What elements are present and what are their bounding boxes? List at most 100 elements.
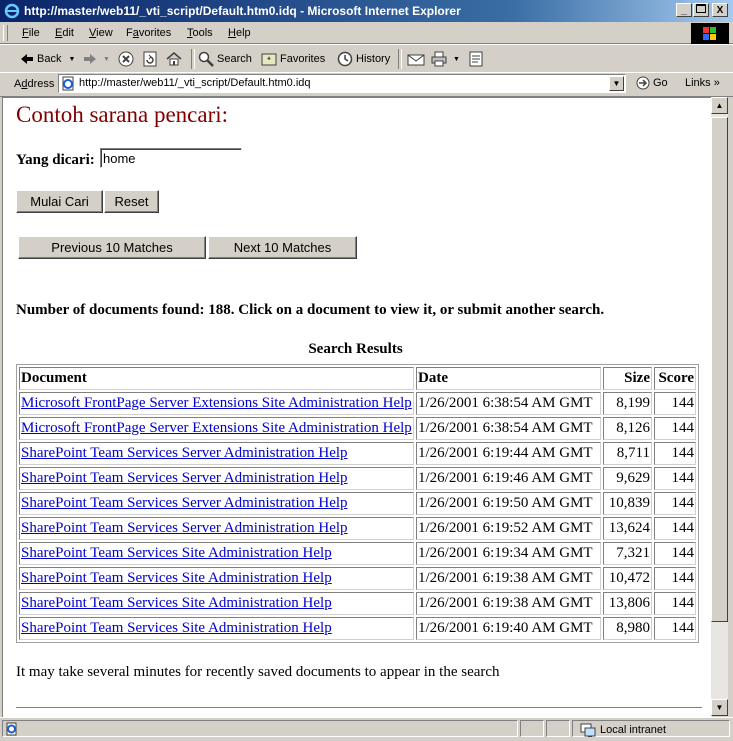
edit-button[interactable] <box>469 50 483 68</box>
back-dropdown-icon[interactable]: ▼ <box>68 56 75 63</box>
table-row: SharePoint Team Services Site Administra… <box>19 567 696 590</box>
menu-help[interactable]: Help <box>228 27 251 39</box>
go-button[interactable]: Go <box>636 76 668 90</box>
table-row: SharePoint Team Services Server Administ… <box>19 492 696 515</box>
title-bar: http://master/web11/_vti_script/Default.… <box>0 0 733 22</box>
cell-date: 1/26/2001 6:19:46 AM GMT <box>416 467 601 490</box>
indexing-note: It may take several minutes for recently… <box>16 664 500 680</box>
menu-file[interactable]: File <box>22 27 40 39</box>
cell-score: 144 <box>654 542 696 565</box>
favorites-icon <box>261 53 277 66</box>
table-row: SharePoint Team Services Server Administ… <box>19 442 696 465</box>
menu-favorites[interactable]: Favorites <box>126 27 171 39</box>
menu-view[interactable]: View <box>89 27 113 39</box>
table-row: SharePoint Team Services Site Administra… <box>19 542 696 565</box>
table-row: Microsoft FrontPage Server Extensions Si… <box>19 417 696 440</box>
menu-bar: File Edit View Favorites Tools Help <box>0 23 733 44</box>
cell-document: SharePoint Team Services Server Administ… <box>19 442 414 465</box>
table-row: Microsoft FrontPage Server Extensions Si… <box>19 392 696 415</box>
minimize-button[interactable]: _ <box>676 3 692 17</box>
cell-date: 1/26/2001 6:19:50 AM GMT <box>416 492 601 515</box>
document-link[interactable]: Microsoft FrontPage Server Extensions Si… <box>21 395 412 411</box>
cell-score: 144 <box>654 392 696 415</box>
scroll-down-icon[interactable]: ▼ <box>711 699 728 716</box>
results-count-text: Number of documents found: 188. Click on… <box>16 302 605 318</box>
cell-document: SharePoint Team Services Server Administ… <box>19 467 414 490</box>
address-input[interactable]: http://master/web11/_vti_script/Default.… <box>58 74 626 93</box>
document-link[interactable]: SharePoint Team Services Server Administ… <box>21 445 348 461</box>
results-table: Document Date Size Score Microsoft Front… <box>16 364 699 643</box>
vertical-scrollbar[interactable]: ▲ ▼ <box>711 97 728 716</box>
next-matches-button[interactable]: Next 10 Matches <box>208 236 357 259</box>
cell-document: Microsoft FrontPage Server Extensions Si… <box>19 417 414 440</box>
cell-date: 1/26/2001 6:19:52 AM GMT <box>416 517 601 540</box>
edit-document-icon <box>469 51 483 67</box>
cell-date: 1/26/2001 6:19:38 AM GMT <box>416 567 601 590</box>
search-input[interactable] <box>100 148 242 168</box>
menu-edit[interactable]: Edit <box>55 27 74 39</box>
print-button[interactable]: ▼ <box>431 50 460 68</box>
forward-arrow-icon <box>84 54 96 64</box>
document-link[interactable]: SharePoint Team Services Server Administ… <box>21 520 348 536</box>
cell-date: 1/26/2001 6:19:34 AM GMT <box>416 542 601 565</box>
cell-score: 144 <box>654 492 696 515</box>
back-button[interactable]: Back ▼ <box>20 50 75 68</box>
document-link[interactable]: SharePoint Team Services Site Administra… <box>21 570 332 586</box>
document-link[interactable]: SharePoint Team Services Server Administ… <box>21 495 348 511</box>
cell-document: SharePoint Team Services Site Administra… <box>19 542 414 565</box>
table-row: SharePoint Team Services Server Administ… <box>19 467 696 490</box>
results-caption: Search Results <box>308 341 403 357</box>
history-button[interactable]: History <box>337 50 390 68</box>
window-title: http://master/web11/_vti_script/Default.… <box>24 4 461 18</box>
menu-grip <box>3 25 8 41</box>
document-link[interactable]: SharePoint Team Services Server Administ… <box>21 470 348 486</box>
forward-button[interactable]: ▼ <box>83 50 110 68</box>
go-arrow-icon <box>636 76 650 90</box>
horizontal-rule <box>16 707 702 709</box>
scroll-up-icon[interactable]: ▲ <box>711 97 728 114</box>
cell-size: 7,321 <box>603 542 652 565</box>
address-url[interactable]: http://master/web11/_vti_script/Default.… <box>79 77 311 89</box>
table-row: SharePoint Team Services Site Administra… <box>19 617 696 640</box>
refresh-button[interactable] <box>142 50 158 68</box>
cell-size: 10,472 <box>603 567 652 590</box>
cell-date: 1/26/2001 6:19:44 AM GMT <box>416 442 601 465</box>
mail-button[interactable] <box>407 50 425 68</box>
previous-matches-button[interactable]: Previous 10 Matches <box>18 236 206 259</box>
history-icon <box>337 51 353 67</box>
cell-score: 144 <box>654 467 696 490</box>
cell-date: 1/26/2001 6:38:54 AM GMT <box>416 417 601 440</box>
cell-document: SharePoint Team Services Server Administ… <box>19 492 414 515</box>
status-pane <box>546 720 570 737</box>
document-link[interactable]: SharePoint Team Services Site Administra… <box>21 595 332 611</box>
menu-tools[interactable]: Tools <box>187 27 213 39</box>
cell-date: 1/26/2001 6:19:40 AM GMT <box>416 617 601 640</box>
address-label: Address <box>14 78 55 90</box>
links-button[interactable]: Links » <box>685 77 720 89</box>
column-header-document: Document <box>19 367 414 390</box>
page-heading: Contoh sarana pencari: <box>16 102 229 127</box>
maximize-button[interactable] <box>693 3 709 17</box>
page-status-icon <box>6 722 17 736</box>
scroll-thumb[interactable] <box>711 117 728 622</box>
document-link[interactable]: SharePoint Team Services Site Administra… <box>21 545 332 561</box>
search-button[interactable]: Search <box>198 50 252 68</box>
submit-search-button[interactable]: Mulai Cari <box>16 190 103 213</box>
document-link[interactable]: SharePoint Team Services Site Administra… <box>21 620 332 636</box>
document-link[interactable]: Microsoft FrontPage Server Extensions Si… <box>21 420 412 436</box>
windows-throbber <box>691 23 729 45</box>
page-viewport: Contoh sarana pencari: Yang dicari: Mula… <box>2 97 712 717</box>
home-button[interactable] <box>166 50 182 68</box>
reset-button[interactable]: Reset <box>104 190 159 213</box>
print-dropdown-icon[interactable]: ▼ <box>453 56 460 63</box>
column-header-date: Date <box>416 367 601 390</box>
address-dropdown-icon[interactable]: ▼ <box>609 76 624 91</box>
table-row: SharePoint Team Services Server Administ… <box>19 517 696 540</box>
stop-button[interactable] <box>118 50 134 68</box>
forward-dropdown-icon[interactable]: ▼ <box>103 56 110 63</box>
page-icon <box>62 76 74 91</box>
favorites-button[interactable]: Favorites <box>261 50 325 68</box>
close-button[interactable]: X <box>712 3 728 17</box>
security-zone: Local intranet <box>580 722 666 738</box>
cell-size: 8,199 <box>603 392 652 415</box>
